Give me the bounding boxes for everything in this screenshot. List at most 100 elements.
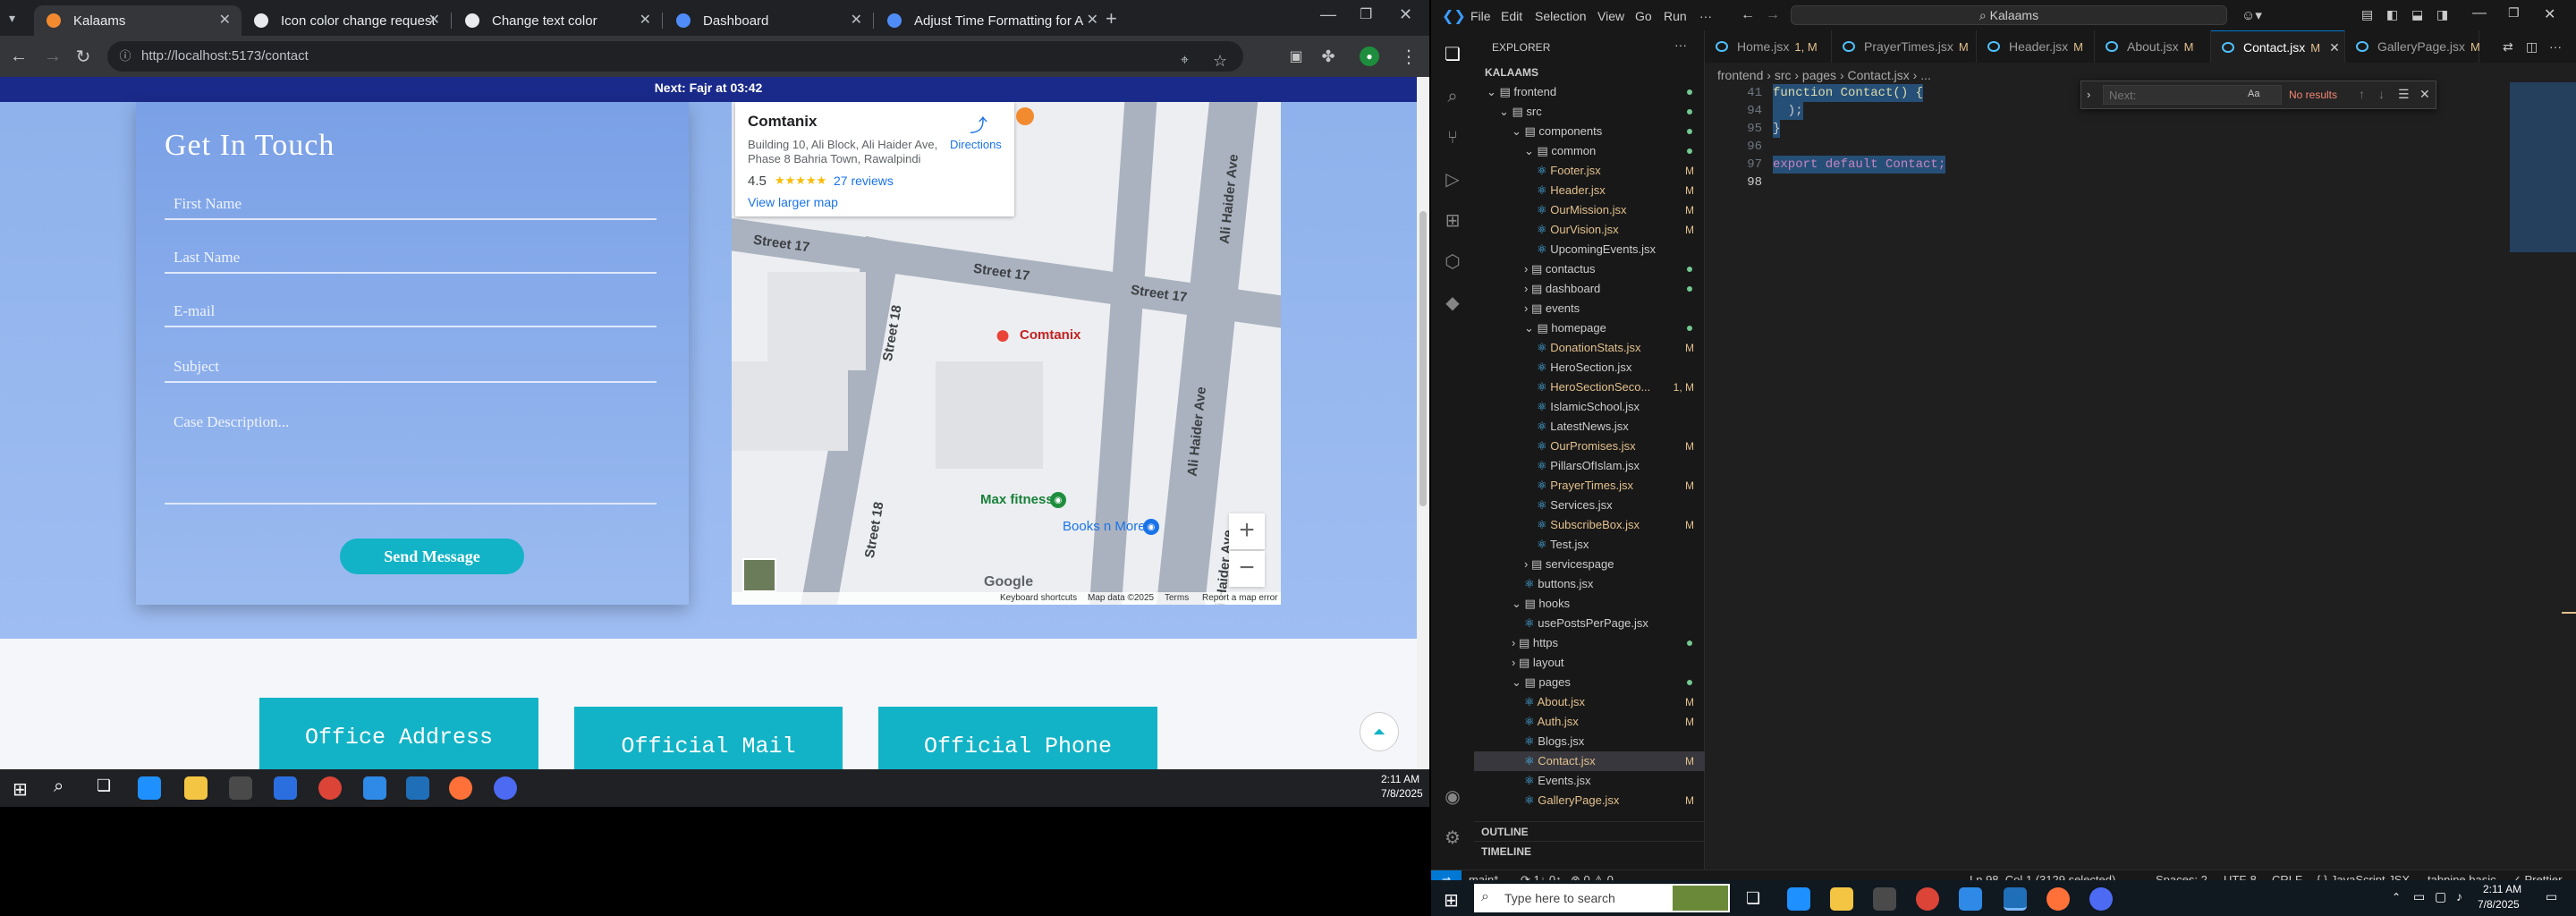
tree-file[interactable]: ⚛ PrayerTimes.jsx M xyxy=(1474,476,1705,496)
code-line[interactable]: 98 xyxy=(1705,174,2510,191)
email-field[interactable]: E-mail xyxy=(174,302,215,320)
tree-file[interactable]: ⚛ OurMission.jsx M xyxy=(1474,200,1705,220)
workspace-root[interactable]: KALAAMS xyxy=(1485,66,1538,79)
last-name-field[interactable]: Last Name xyxy=(174,249,240,267)
explorer-icon[interactable]: ❏ xyxy=(1442,43,1463,64)
firefox-icon[interactable] xyxy=(449,776,472,800)
settings-gear-icon[interactable]: ⚙ xyxy=(1442,827,1463,848)
scrollbar-thumb[interactable] xyxy=(1419,211,1427,506)
report-error-link[interactable]: Report a map error xyxy=(1202,592,1277,605)
tree-file[interactable]: ⚛ PillarsOfIslam.jsx xyxy=(1474,456,1705,476)
satellite-toggle[interactable] xyxy=(742,558,776,592)
tree-folder[interactable]: ⌄ ▤ common xyxy=(1474,141,1705,161)
windows-start-icon[interactable]: ⊞ xyxy=(13,778,28,801)
scroll-top-button[interactable]: ⏶ xyxy=(1360,712,1399,751)
tab-change-text[interactable]: Change text color ✕ xyxy=(453,5,662,36)
close-tab-icon[interactable]: ✕ xyxy=(428,11,440,29)
terms-link[interactable]: Terms xyxy=(1165,592,1189,605)
browser-menu-icon[interactable]: ⋮ xyxy=(1397,45,1420,68)
close-tab-icon[interactable]: ✕ xyxy=(640,11,651,29)
tray-chevron-icon[interactable]: ⌃ xyxy=(2392,891,2401,903)
close-window-icon[interactable]: ✕ xyxy=(1399,5,1412,24)
tab-adjust-time[interactable]: Adjust Time Formatting for AM ✕ xyxy=(875,5,1109,36)
poi-label[interactable]: Books n More xyxy=(1063,519,1146,534)
tree-folder[interactable]: › ▤ https xyxy=(1474,633,1705,653)
send-message-button[interactable]: Send Message xyxy=(340,539,524,574)
close-find-icon[interactable]: ✕ xyxy=(2419,87,2430,102)
notifications-icon[interactable]: ▭ xyxy=(2546,889,2557,904)
tree-folder[interactable]: › ▤ layout xyxy=(1474,653,1705,673)
tree-file[interactable]: ⚛ Contact.jsx M xyxy=(1474,751,1705,771)
extensions-icon[interactable]: ⊞ xyxy=(1442,209,1463,231)
tree-file[interactable]: ⚛ LatestNews.jsx xyxy=(1474,417,1705,437)
tree-file[interactable]: ⚛ Header.jsx M xyxy=(1474,181,1705,200)
taskbar-search-box[interactable]: ⌕ Type here to search xyxy=(1474,884,1730,912)
subject-field[interactable]: Subject xyxy=(174,358,219,376)
tree-folder[interactable]: ⌄ ▤ components xyxy=(1474,122,1705,141)
menu-file[interactable]: File xyxy=(1470,9,1491,23)
larger-map-link[interactable]: View larger map xyxy=(748,195,838,209)
map-pin-icon[interactable]: ● xyxy=(993,320,1013,350)
tab-dashboard[interactable]: Dashboard ✕ xyxy=(664,5,873,36)
editor-tab-about[interactable]: About.jsx M xyxy=(2095,30,2211,63)
tree-folder[interactable]: › ▤ servicespage xyxy=(1474,555,1705,574)
poi-label[interactable]: Max fitness xyxy=(980,492,1054,507)
editor-tab-header[interactable]: Header.jsx M xyxy=(1977,30,2095,63)
split-editor-icon[interactable]: ◫ xyxy=(2526,39,2538,55)
tree-file[interactable]: ⚛ Events.jsx xyxy=(1474,771,1705,791)
code-line[interactable]: 97 export default Contact; xyxy=(1705,156,2510,174)
tree-file[interactable]: ⚛ Test.jsx xyxy=(1474,535,1705,555)
back-icon[interactable]: ← xyxy=(7,45,30,68)
location-icon[interactable]: ⌖ xyxy=(1181,46,1189,76)
app-icon[interactable] xyxy=(1959,887,1982,911)
close-window-icon[interactable]: ✕ xyxy=(2544,5,2555,23)
nav-back-icon[interactable]: ← xyxy=(1741,7,1755,23)
forward-icon[interactable]: → xyxy=(41,45,64,68)
next-match-icon[interactable]: ↓ xyxy=(2378,87,2385,101)
code-line[interactable]: 95} xyxy=(1705,120,2510,138)
layout-icon[interactable]: ▤ xyxy=(2361,7,2373,22)
tree-file[interactable]: ⚛ HeroSection.jsx xyxy=(1474,358,1705,377)
windows-start-icon[interactable]: ⊞ xyxy=(1444,889,1459,912)
store-icon[interactable] xyxy=(1873,887,1896,911)
tree-file[interactable]: ⚛ UpcomingEvents.jsx xyxy=(1474,240,1705,259)
tree-folder[interactable]: ⌄ ▤ frontend xyxy=(1474,82,1705,102)
more-actions-icon[interactable]: ··· xyxy=(1674,38,1687,52)
code-line[interactable]: 96 xyxy=(1705,138,2510,156)
reload-icon[interactable]: ↻ xyxy=(72,45,95,68)
mail-icon[interactable] xyxy=(274,776,297,800)
google-map[interactable]: Street 17 Street 17 Street 17 Street 18 … xyxy=(732,102,1281,605)
tree-file[interactable]: ⚛ buttons.jsx xyxy=(1474,574,1705,594)
extensions-puzzle-icon[interactable]: ✤ xyxy=(1317,45,1340,68)
file-explorer-icon[interactable] xyxy=(184,776,208,800)
zoom-in-button[interactable]: + xyxy=(1229,513,1265,549)
restore-icon[interactable]: ❐ xyxy=(2508,5,2520,21)
breadcrumb[interactable]: frontend › src › pages › Contact.jsx › .… xyxy=(1717,68,1931,82)
zoom-out-button[interactable]: − xyxy=(1229,551,1265,587)
tree-folder[interactable]: ⌄ ▤ pages xyxy=(1474,673,1705,692)
zoom-icon[interactable] xyxy=(2089,887,2113,911)
page-scrollbar[interactable] xyxy=(1417,77,1429,769)
minimap[interactable] xyxy=(2510,82,2576,315)
editor-tab-contact[interactable]: Contact.jsx M ✕ xyxy=(2211,30,2345,63)
edge-icon[interactable] xyxy=(1787,887,1810,911)
task-view-icon[interactable]: ❏ xyxy=(1746,889,1760,908)
menu-more[interactable]: ··· xyxy=(1699,9,1712,23)
match-case-icon[interactable]: Aa xyxy=(2248,89,2259,99)
tab-search-icon[interactable]: ▾ xyxy=(9,11,15,26)
search-icon[interactable]: ⌕ xyxy=(54,776,64,797)
editor-tab-home[interactable]: Home.jsx 1, M xyxy=(1705,30,1832,63)
toggle-sidebar-icon[interactable]: ◧ xyxy=(2386,7,2398,22)
site-info-icon[interactable]: ⓘ xyxy=(118,49,132,64)
tree-file[interactable]: ⚛ HeroSectionSeco... 1, M xyxy=(1474,377,1705,397)
toggle-replace-icon[interactable]: › xyxy=(2087,88,2090,101)
description-textarea[interactable]: Case Description... xyxy=(174,413,289,431)
reviews-link[interactable]: 27 reviews xyxy=(834,174,894,188)
nav-forward-icon[interactable]: → xyxy=(1766,7,1780,23)
toggle-secondary-icon[interactable]: ◨ xyxy=(2436,7,2448,22)
tree-folder[interactable]: ⌄ ▤ homepage xyxy=(1474,318,1705,338)
tree-folder[interactable]: ⌄ ▤ src xyxy=(1474,102,1705,122)
menu-selection[interactable]: Selection xyxy=(1535,9,1587,23)
close-tab-icon[interactable]: ✕ xyxy=(851,11,862,29)
tree-file[interactable]: ⚛ usePostsPerPage.jsx xyxy=(1474,614,1705,633)
